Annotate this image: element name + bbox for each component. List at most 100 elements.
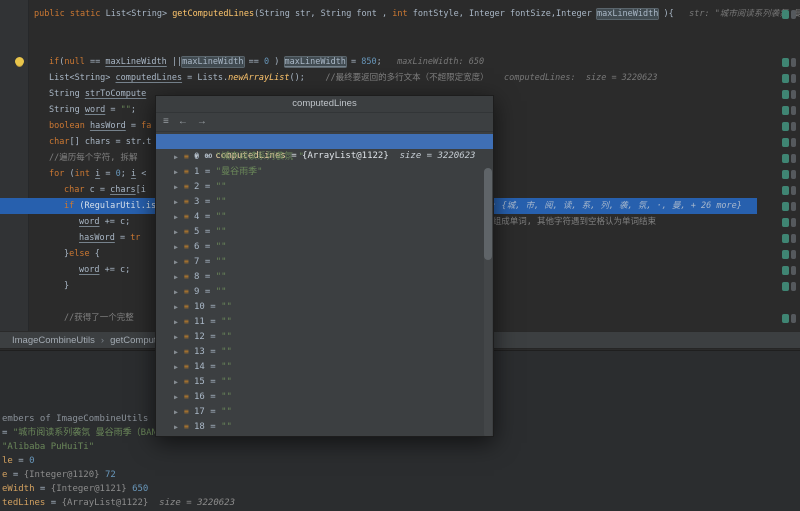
tree-row[interactable]: ▶≡14 = ""	[156, 359, 493, 374]
stripe-mark-gray[interactable]	[791, 90, 796, 99]
stripe-mark-teal[interactable]	[782, 282, 789, 291]
chevron-right-icon[interactable]: ▶	[162, 270, 184, 285]
stripe-mark-teal[interactable]	[782, 266, 789, 275]
stripe-mark-teal[interactable]	[782, 74, 789, 83]
equals: =	[205, 362, 221, 372]
stripe-mark-teal[interactable]	[782, 10, 789, 19]
stripe-mark-gray[interactable]	[791, 202, 796, 211]
tree-row[interactable]: ▶≡7 = ""	[156, 254, 493, 269]
stripe-mark-teal[interactable]	[782, 202, 789, 211]
stripe-mark-teal[interactable]	[782, 314, 789, 323]
chevron-right-icon[interactable]: ▶	[162, 150, 184, 165]
tree-row[interactable]: ▶≡19 = ""	[156, 434, 493, 437]
variable-segment: tedLines	[2, 498, 45, 508]
item-value: ""	[221, 362, 232, 372]
stripe-mark-gray[interactable]	[791, 138, 796, 147]
tree-row[interactable]: ▶≡12 = ""	[156, 329, 493, 344]
value-stack-icon: ≡	[184, 284, 194, 299]
stripe-mark-teal[interactable]	[782, 250, 789, 259]
stripe-mark-teal[interactable]	[782, 170, 789, 179]
chevron-right-icon[interactable]: ▶	[162, 420, 184, 435]
equals: =	[199, 287, 215, 297]
chevron-right-icon[interactable]: ▶	[162, 435, 184, 437]
equals: =	[199, 257, 215, 267]
chevron-right-icon[interactable]: ▶	[162, 225, 184, 240]
stripe-mark-gray[interactable]	[791, 154, 796, 163]
chevron-right-icon[interactable]: ▶	[162, 195, 184, 210]
tree-row[interactable]: ▶≡5 = ""	[156, 224, 493, 239]
chevron-right-icon[interactable]: ▶	[162, 300, 184, 315]
tree-row[interactable]: ▶≡1 = "曼谷雨季"	[156, 164, 493, 179]
chevron-right-icon[interactable]: ▶	[162, 360, 184, 375]
chevron-right-icon[interactable]: ▶	[162, 315, 184, 330]
stripe-mark-gray[interactable]	[791, 250, 796, 259]
chevron-right-icon[interactable]: ▶	[162, 255, 184, 270]
stripe-mark-gray[interactable]	[791, 170, 796, 179]
stripe-mark-gray[interactable]	[791, 10, 796, 19]
stripe-mark-teal[interactable]	[782, 218, 789, 227]
tree-row[interactable]: ▶≡6 = ""	[156, 239, 493, 254]
value-stack-icon: ≡	[184, 209, 194, 224]
equals: =	[199, 242, 215, 252]
tree-row[interactable]: ▶≡11 = ""	[156, 314, 493, 329]
forward-icon[interactable]: →	[197, 113, 207, 131]
variable-row[interactable]: e = {Integer@1120} 72	[0, 468, 800, 482]
tree-row[interactable]: ▶≡2 = ""	[156, 179, 493, 194]
equals: =	[205, 377, 221, 387]
chevron-right-icon[interactable]: ▶	[162, 345, 184, 360]
chevron-right-icon[interactable]: ▶	[162, 375, 184, 390]
chevron-right-icon[interactable]: ▶	[162, 210, 184, 225]
variable-row[interactable]: le = 0	[0, 454, 800, 468]
debugger-value-popup[interactable]: computedLines ≡←→ ▼OOcomputedLines = {Ar…	[155, 95, 494, 437]
stripe-mark-gray[interactable]	[791, 234, 796, 243]
variable-segment: 0	[29, 456, 34, 466]
stripe-mark-teal[interactable]	[782, 122, 789, 131]
tree-row[interactable]: ▶≡4 = ""	[156, 209, 493, 224]
variable-segment: {Integer@1121}	[51, 484, 127, 494]
stripe-mark-teal[interactable]	[782, 106, 789, 115]
variable-row[interactable]: "Alibaba PuHuiTi"	[0, 440, 800, 454]
stripe-mark-teal[interactable]	[782, 58, 789, 67]
tree-row[interactable]: ▶≡3 = ""	[156, 194, 493, 209]
stripe-mark-gray[interactable]	[791, 266, 796, 275]
tree-row-root[interactable]: ▼OOcomputedLines = {ArrayList@1122} size…	[156, 134, 493, 149]
stripe-mark-gray[interactable]	[791, 314, 796, 323]
tree-row[interactable]: ▶≡8 = ""	[156, 269, 493, 284]
chevron-right-icon[interactable]: ▶	[162, 180, 184, 195]
stripe-mark-gray[interactable]	[791, 58, 796, 67]
tree-row[interactable]: ▶≡13 = ""	[156, 344, 493, 359]
stripe-mark-teal[interactable]	[782, 186, 789, 195]
variable-row[interactable]: tedLines = {ArrayList@1122} size = 32206…	[0, 496, 800, 510]
stripe-mark-gray[interactable]	[791, 282, 796, 291]
breadcrumb-item[interactable]: ImageCombineUtils	[12, 335, 95, 346]
tree-row[interactable]: ▶≡18 = ""	[156, 419, 493, 434]
tree-row[interactable]: ▶≡9 = ""	[156, 284, 493, 299]
popup-scrollbar-thumb[interactable]	[484, 168, 492, 260]
intention-bulb-icon[interactable]	[15, 57, 24, 66]
chevron-right-icon[interactable]: ▶	[162, 285, 184, 300]
stripe-mark-teal[interactable]	[782, 90, 789, 99]
equals: =	[199, 197, 215, 207]
stripe-mark-teal[interactable]	[782, 234, 789, 243]
tree-row[interactable]: ▶≡17 = ""	[156, 404, 493, 419]
equals: =	[205, 407, 221, 417]
chevron-right-icon[interactable]: ▶	[162, 390, 184, 405]
value-stack-icon: ≡	[184, 239, 194, 254]
tree-row[interactable]: ▶≡10 = ""	[156, 299, 493, 314]
chevron-right-icon[interactable]: ▶	[162, 330, 184, 345]
stripe-mark-teal[interactable]	[782, 138, 789, 147]
chevron-right-icon[interactable]: ▶	[162, 240, 184, 255]
chevron-right-icon[interactable]: ▶	[162, 405, 184, 420]
stripe-mark-teal[interactable]	[782, 154, 789, 163]
chevron-right-icon[interactable]: ▶	[162, 165, 184, 180]
sort-icon[interactable]: ≡	[163, 113, 169, 131]
stripe-mark-gray[interactable]	[791, 186, 796, 195]
stripe-mark-gray[interactable]	[791, 122, 796, 131]
stripe-mark-gray[interactable]	[791, 218, 796, 227]
tree-row[interactable]: ▶≡16 = ""	[156, 389, 493, 404]
tree-row[interactable]: ▶≡15 = ""	[156, 374, 493, 389]
stripe-mark-gray[interactable]	[791, 106, 796, 115]
back-icon[interactable]: ←	[178, 113, 188, 131]
variable-row[interactable]: eWidth = {Integer@1121} 650	[0, 482, 800, 496]
stripe-mark-gray[interactable]	[791, 74, 796, 83]
